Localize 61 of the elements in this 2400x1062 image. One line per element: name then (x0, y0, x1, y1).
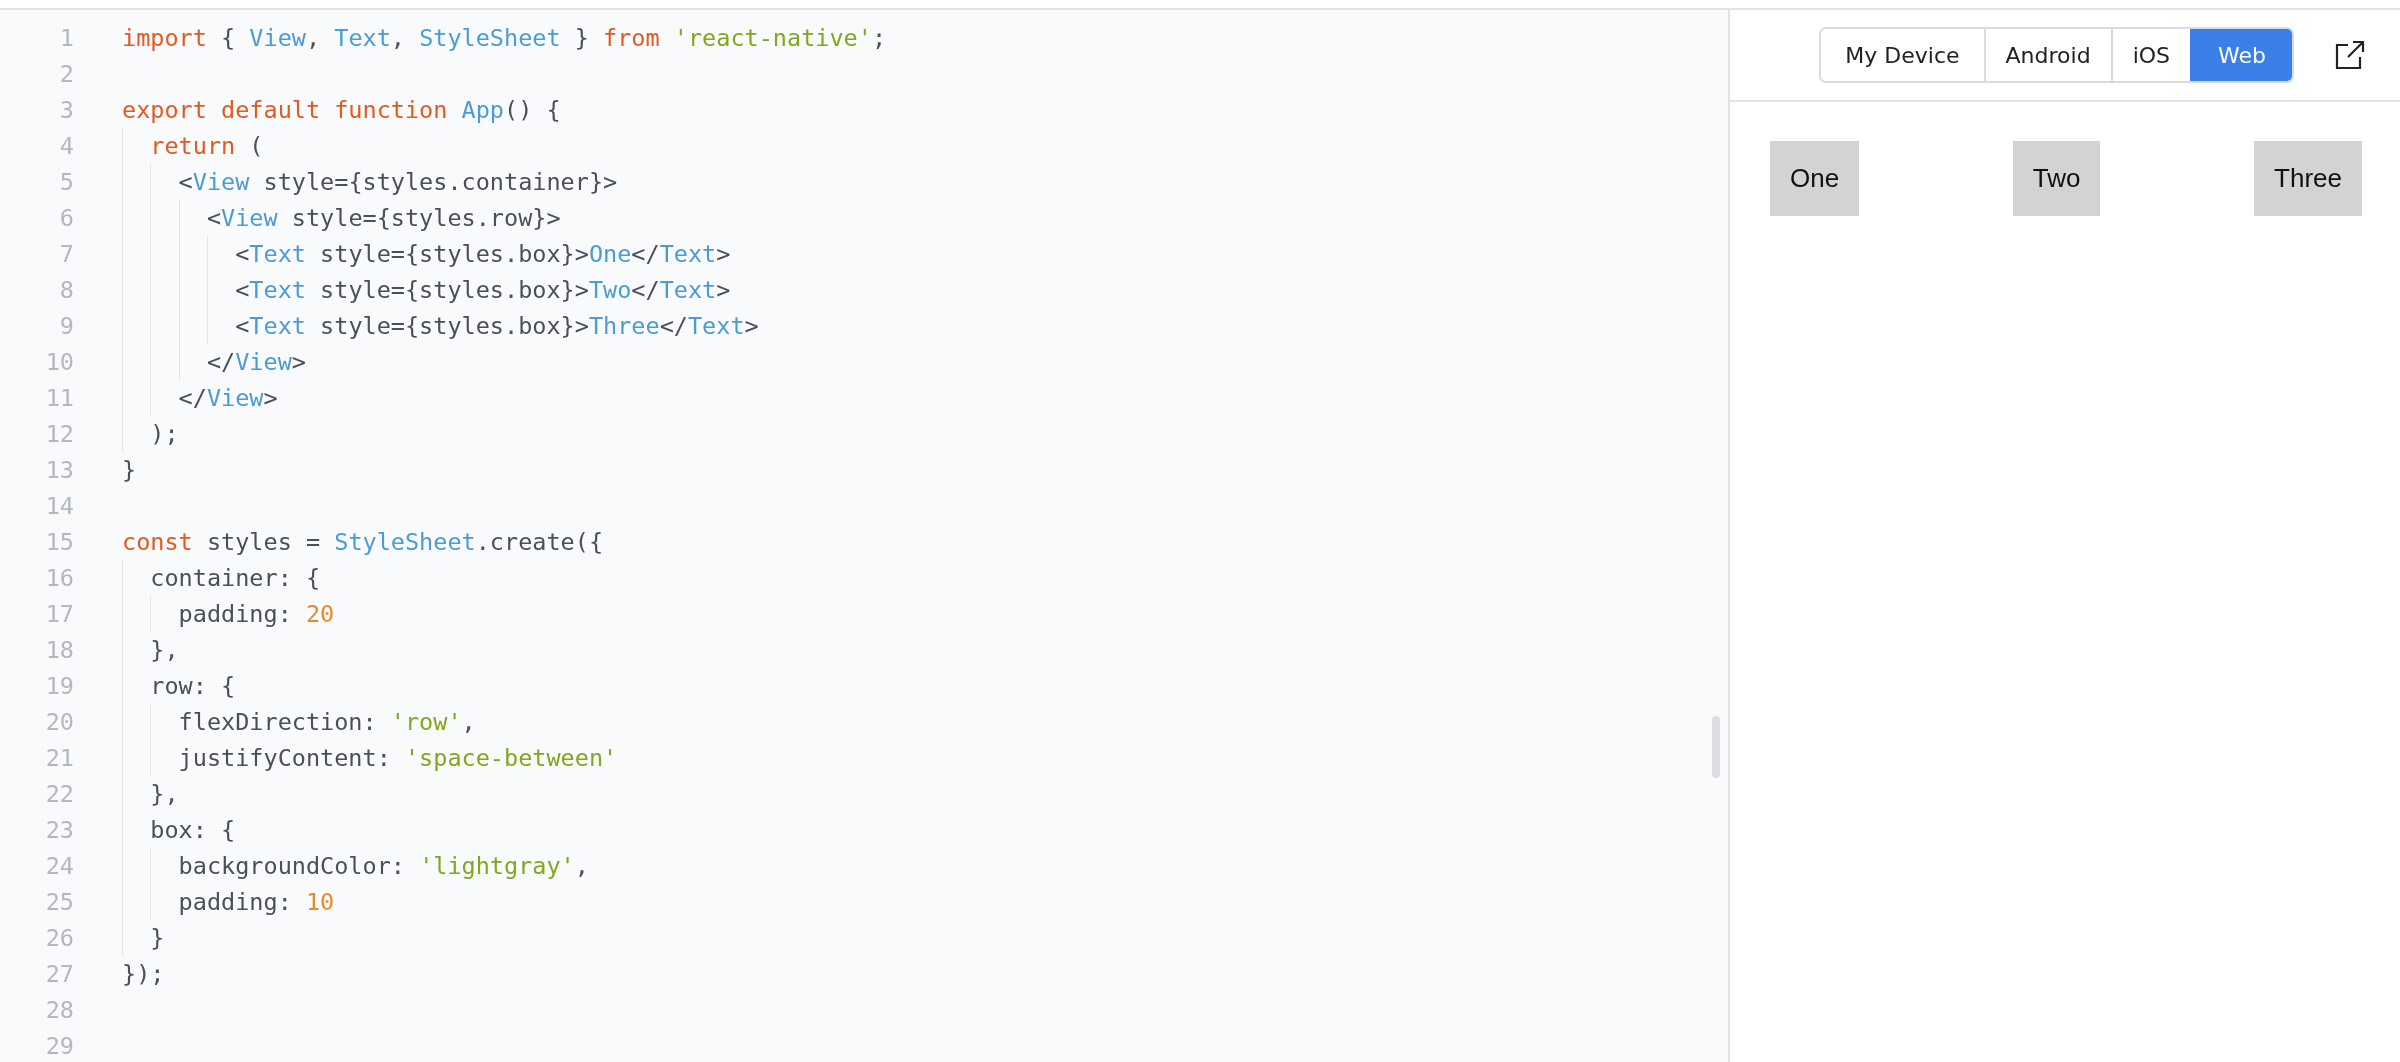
code-editor[interactable] (0, 10, 1730, 1062)
code-line: container: { (149, 564, 321, 592)
line-number: 22 (44, 780, 74, 808)
code-line: } (122, 456, 137, 484)
external-link-icon[interactable] (2334, 39, 2366, 71)
line-number: 4 (58, 132, 74, 160)
line-number: 25 (44, 888, 74, 916)
code-line: </View> (205, 348, 306, 376)
code-line: row: { (149, 672, 236, 700)
code-line: }); (122, 960, 165, 988)
code-line: }, (149, 780, 179, 808)
code-line: ); (149, 420, 179, 448)
line-number: 26 (44, 924, 74, 952)
line-number: 7 (58, 240, 74, 268)
code-line: } (149, 924, 165, 952)
line-number: 21 (44, 744, 74, 772)
code-line: flexDirection: 'row', (177, 708, 476, 736)
line-number: 20 (44, 708, 74, 736)
code-line: return ( (149, 132, 264, 160)
text-box: Two (2012, 141, 2101, 216)
line-number: 15 (44, 528, 74, 556)
code-line: justifyContent: 'space-between' (177, 744, 618, 772)
code-line: export default function App() { (122, 96, 561, 124)
line-number: 27 (44, 960, 74, 988)
code-line: }, (149, 636, 179, 664)
code-line: import { View, Text, StyleSheet } from 'react-native'; (122, 24, 887, 52)
code-line: box: { (149, 816, 236, 844)
platform-tab[interactable]: Web (2190, 29, 2292, 81)
line-number: 10 (44, 348, 74, 376)
line-number: 2 (58, 60, 74, 88)
code-line: padding: 20 (177, 600, 335, 628)
code-line: </View> (177, 384, 278, 412)
text-box: Three (2254, 141, 2362, 216)
line-number: 14 (44, 492, 74, 520)
line-number: 3 (58, 96, 74, 124)
line-number: 24 (44, 852, 74, 880)
line-number: 12 (44, 420, 74, 448)
scrollbar-thumb[interactable] (1712, 716, 1720, 778)
line-number: 18 (44, 636, 74, 664)
code-line: const styles = StyleSheet.create({ (122, 528, 604, 556)
line-number: 8 (58, 276, 74, 304)
line-number: 6 (58, 204, 74, 232)
line-number: 13 (44, 456, 74, 484)
line-number: 19 (44, 672, 74, 700)
line-number: 29 (44, 1032, 74, 1060)
code-line: padding: 10 (177, 888, 335, 916)
line-number: 9 (58, 312, 74, 340)
code-line: <View style={styles.row}> (205, 204, 561, 232)
code-line: <Text style={styles.box}>One</Text> (234, 240, 731, 268)
line-number: 28 (44, 996, 74, 1024)
line-number: 1 (58, 24, 74, 52)
line-number: 23 (44, 816, 74, 844)
line-number: 16 (44, 564, 74, 592)
text-box: One (1770, 141, 1860, 216)
code-line: <Text style={styles.box}>Three</Text> (234, 312, 759, 340)
line-number: 5 (58, 168, 74, 196)
line-number: 17 (44, 600, 74, 628)
line-number: 11 (44, 384, 74, 412)
code-line: backgroundColor: 'lightgray', (177, 852, 589, 880)
code-line: <Text style={styles.box}>Two</Text> (234, 276, 731, 304)
code-line: <View style={styles.container}> (177, 168, 618, 196)
